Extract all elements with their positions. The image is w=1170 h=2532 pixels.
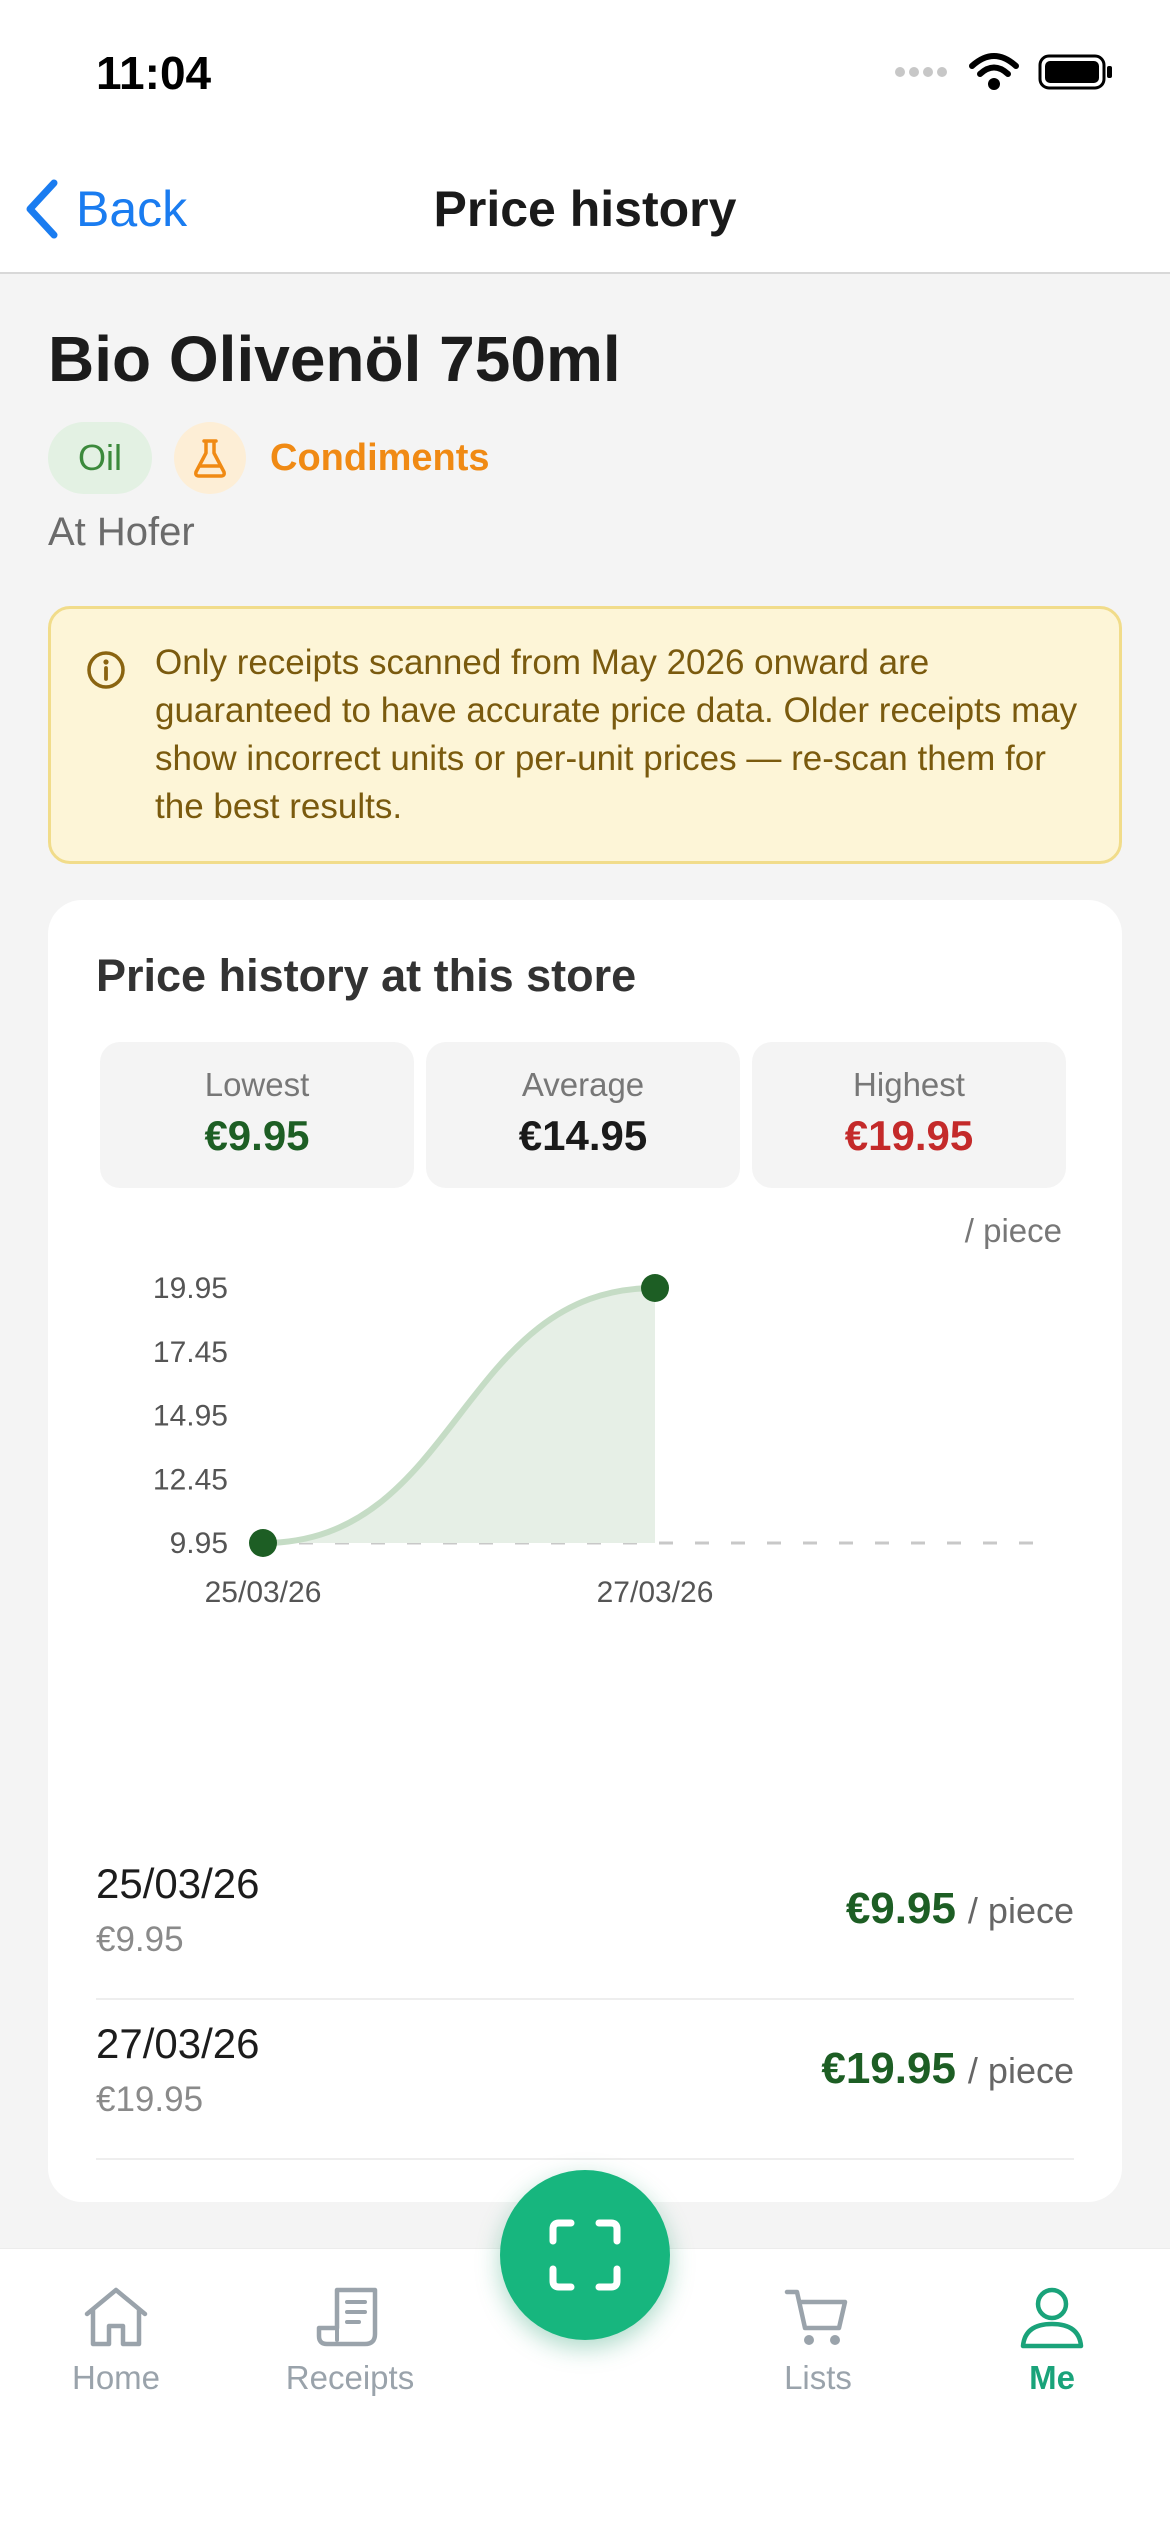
status-icons — [894, 52, 1114, 92]
tab-receipts-label: Receipts — [285, 2359, 415, 2396]
home-icon — [84, 2287, 148, 2347]
y-tick-label: 14.95 — [153, 1400, 228, 1433]
history-row[interactable]: 25/03/26 €9.95 €9.95 / piece — [96, 1840, 1074, 2000]
stat-average-value: €14.95 — [518, 1112, 648, 1159]
y-tick-label: 17.45 — [153, 1336, 228, 1369]
row-price: €9.95 — [845, 1884, 956, 1933]
row-date: 27/03/26 — [96, 2020, 260, 2067]
tab-receipts[interactable]: Receipts — [260, 2281, 440, 2397]
stat-lowest-label: Lowest — [204, 1066, 310, 1103]
tab-me[interactable]: Me — [962, 2281, 1142, 2397]
history-row[interactable]: 27/03/26 €19.95 €19.95 / piece — [96, 2000, 1074, 2160]
status-bar: 11:04 — [0, 0, 1170, 150]
row-total: €9.95 — [96, 1920, 184, 1959]
x-tick-label: 25/03/26 — [205, 1576, 322, 1609]
status-time: 11:04 — [96, 47, 212, 99]
card-title: Price history at this store — [96, 950, 637, 1001]
store-line: At Hofer — [48, 510, 195, 554]
x-tick-label: 27/03/26 — [597, 1576, 714, 1609]
battery-icon — [1038, 54, 1112, 90]
tab-home[interactable]: Home — [26, 2281, 206, 2397]
stat-average-label: Average — [521, 1066, 645, 1103]
stat-highest-label: Highest — [853, 1066, 965, 1103]
stat-lowest-value: €9.95 — [204, 1112, 310, 1159]
price-chart: 19.95 17.45 14.95 12.45 9.95 25/03/26 27/03/2… — [153, 1272, 1048, 1609]
y-axis: 19.95 17.45 14.95 12.45 9.95 — [153, 1272, 228, 1560]
history-list: 25/03/26 €9.95 €9.95 / piece 27/03/26 €1… — [96, 1840, 1074, 2160]
notice-text: Only receipts scanned from May 2026 onwa… — [155, 643, 1078, 826]
data-point — [641, 1274, 669, 1302]
price-history-card: Price history at this store Lowest €9.95… — [48, 900, 1122, 2202]
category-label: Condiments — [270, 436, 490, 479]
tab-me-label: Me — [1029, 2359, 1075, 2396]
row-price: €19.95 — [821, 2044, 956, 2093]
scan-button[interactable] — [500, 2170, 670, 2340]
navigation-bar: Back Price history — [0, 150, 1170, 274]
data-point — [249, 1529, 277, 1557]
stat-highest-value: €19.95 — [844, 1112, 974, 1159]
row-unit: / piece — [967, 2050, 1074, 2091]
receipt-icon — [316, 2287, 378, 2347]
flask-icon — [174, 422, 246, 494]
product-name: Bio Olivenöl 750ml — [48, 323, 621, 395]
cellular-signal-icon — [895, 67, 947, 77]
y-tick-label: 19.95 — [153, 1272, 228, 1305]
stat-highest: Highest €19.95 — [752, 1042, 1066, 1188]
accuracy-notice: Only receipts scanned from May 2026 onwa… — [48, 606, 1122, 864]
y-tick-label: 9.95 — [170, 1527, 228, 1560]
tab-home-label: Home — [71, 2359, 161, 2396]
x-axis: 25/03/26 27/03/26 — [205, 1576, 714, 1609]
tag-oil: Oil — [48, 422, 152, 494]
wifi-icon — [969, 53, 1019, 90]
page-title: Price history — [433, 181, 737, 237]
tab-lists-label: Lists — [784, 2359, 852, 2396]
info-icon — [87, 651, 125, 689]
row-price-group: €9.95 / piece — [846, 1884, 1074, 1934]
product-tags: Oil Condiments — [48, 422, 490, 494]
scan-icon — [549, 2219, 621, 2291]
row-total: €19.95 — [96, 2080, 204, 2119]
stat-average: Average €14.95 — [426, 1042, 740, 1188]
tab-lists[interactable]: Lists — [728, 2281, 908, 2397]
row-price-group: €19.95 / piece — [821, 2044, 1074, 2094]
stat-lowest: Lowest €9.95 — [100, 1042, 414, 1188]
person-icon — [1020, 2287, 1084, 2349]
cart-icon — [784, 2289, 848, 2345]
row-date: 25/03/26 — [96, 1860, 260, 1907]
price-stats: Lowest €9.95 Average €14.95 Highest €19.… — [100, 1042, 1066, 1188]
y-tick-label: 12.45 — [153, 1463, 228, 1496]
row-unit: / piece — [967, 1890, 1074, 1931]
